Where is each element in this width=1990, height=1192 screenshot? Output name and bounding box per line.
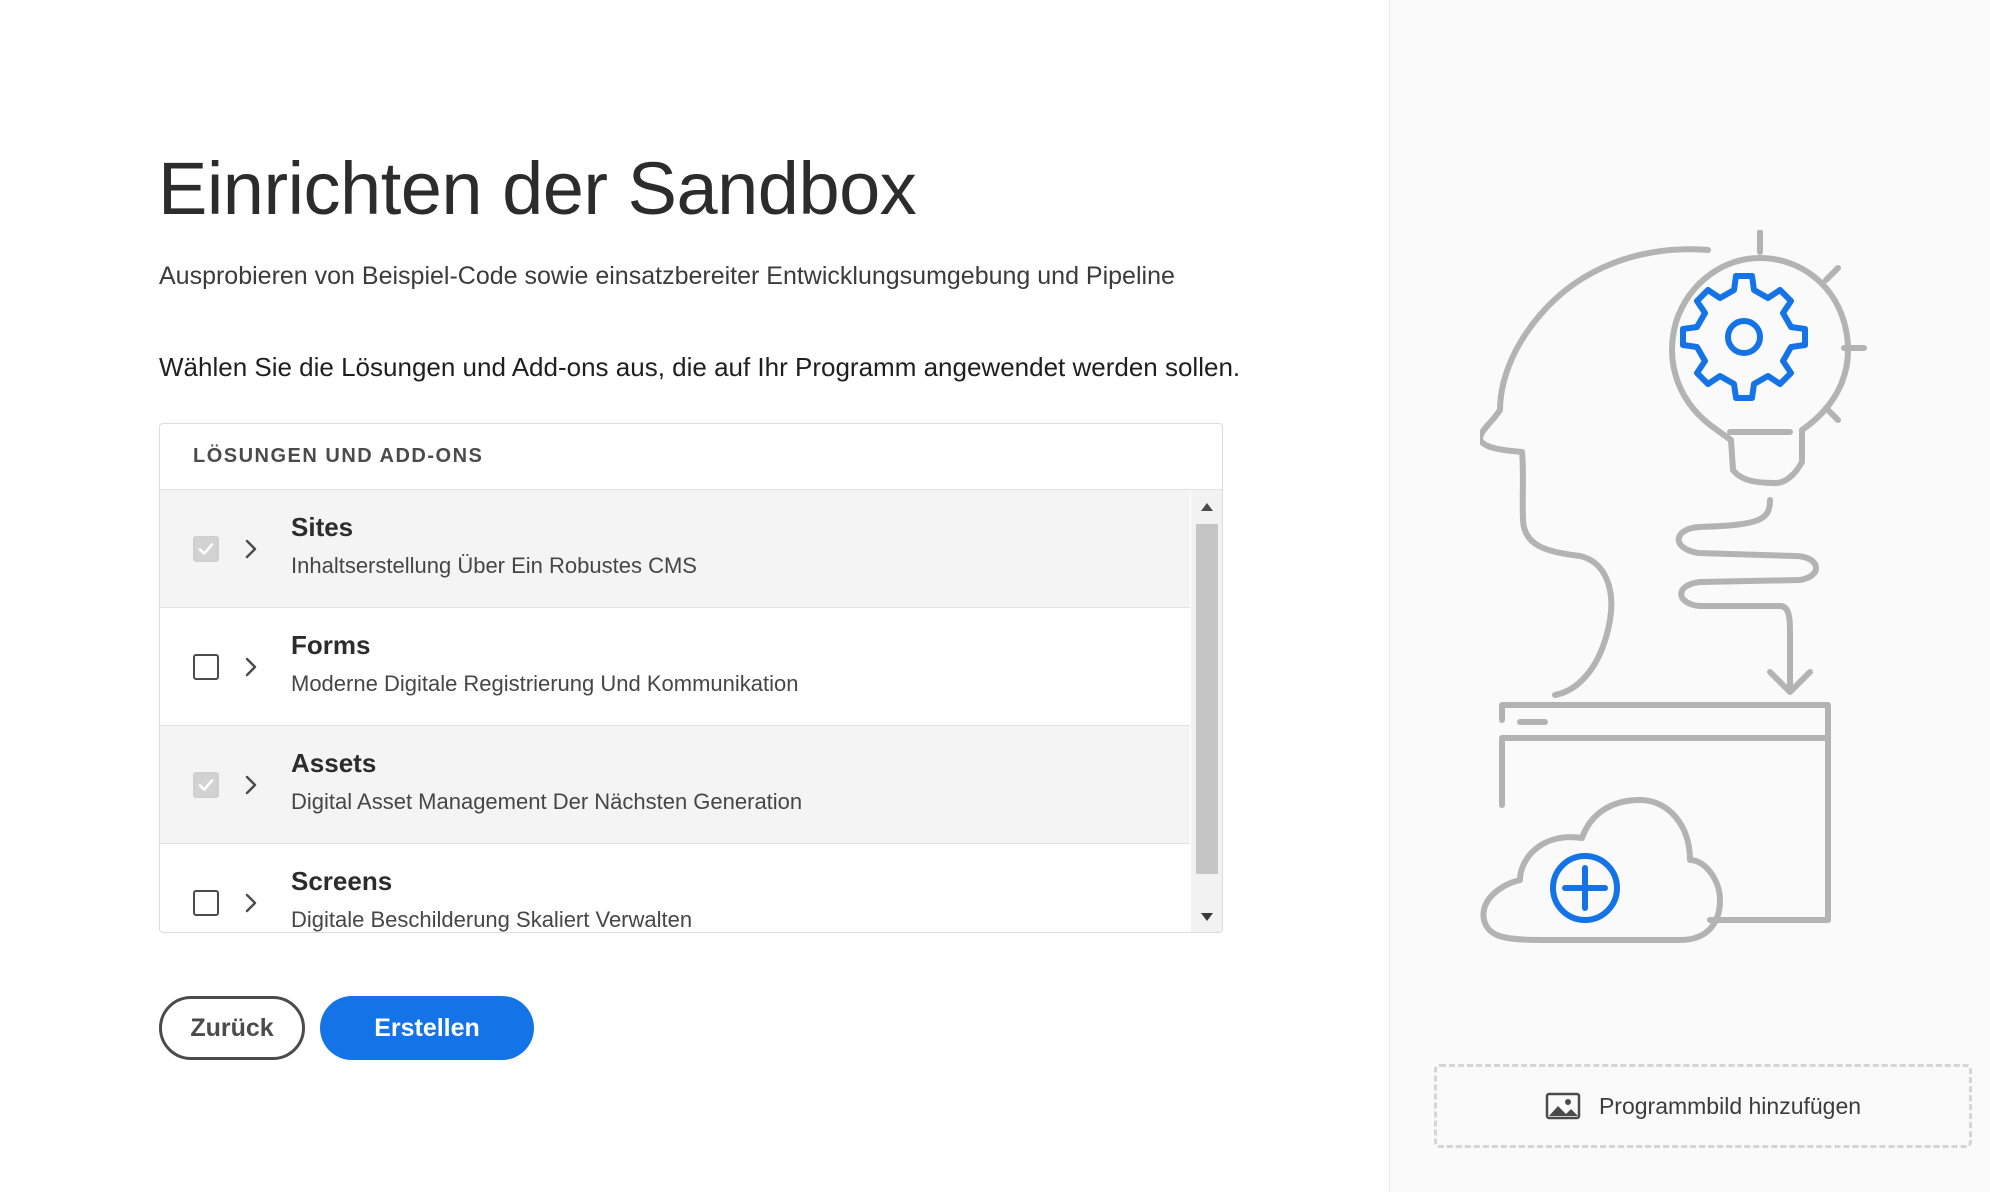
- list-item-screens[interactable]: Screens Digitale Beschilderung Skaliert …: [160, 844, 1190, 932]
- head-lightbulb-gear-cloud-illustration: [1480, 230, 1867, 943]
- solutions-panel-header: LÖSUNGEN UND ADD-ONS: [160, 424, 1222, 490]
- item-description: Digitale Beschilderung Skaliert Verwalte…: [291, 907, 693, 932]
- sites-checkbox[interactable]: [193, 535, 219, 562]
- add-program-image-label: Programmbild hinzufügen: [1598, 1092, 1862, 1119]
- item-description: Moderne Digitale Registrierung Und Kommu…: [291, 671, 799, 696]
- back-button[interactable]: Zurück: [159, 996, 305, 1060]
- scroll-down-arrow-icon[interactable]: [1201, 913, 1213, 921]
- list-item-assets[interactable]: Assets Digital Asset Management Der Näch…: [160, 726, 1190, 844]
- chevron-right-icon[interactable]: [240, 538, 262, 560]
- solutions-list: Sites Inhaltserstellung Über Ein Robuste…: [160, 490, 1190, 932]
- list-item-forms[interactable]: Forms Moderne Digitale Registrierung Und…: [160, 608, 1190, 726]
- item-title: Assets: [291, 748, 377, 778]
- selection-instruction: Wählen Sie die Lösungen und Add-ons aus,…: [159, 352, 1241, 382]
- scrollbar-thumb[interactable]: [1196, 524, 1218, 874]
- item-description: Inhaltserstellung Über Ein Robustes CMS: [291, 553, 697, 578]
- checkmark-icon: [198, 542, 214, 555]
- forms-checkbox[interactable]: [193, 653, 219, 680]
- page-title: Einrichten der Sandbox: [158, 147, 917, 230]
- chevron-right-icon[interactable]: [240, 656, 262, 678]
- page-subtitle: Ausprobieren von Beispiel-Code sowie ein…: [159, 262, 1175, 290]
- item-title: Sites: [291, 512, 354, 542]
- item-title: Screens: [291, 866, 393, 896]
- item-description: Digital Asset Management Der Nächsten Ge…: [291, 789, 803, 814]
- scroll-up-arrow-icon[interactable]: [1201, 503, 1213, 511]
- add-program-image-button[interactable]: Programmbild hinzufügen: [1434, 1064, 1972, 1148]
- screens-checkbox[interactable]: [193, 889, 219, 916]
- create-button[interactable]: Erstellen: [320, 996, 534, 1060]
- image-icon: [1545, 1092, 1581, 1120]
- chevron-right-icon[interactable]: [240, 774, 262, 796]
- solutions-panel: LÖSUNGEN UND ADD-ONS Sites Inhaltserstel…: [159, 423, 1223, 933]
- list-scrollbar[interactable]: [1191, 490, 1222, 932]
- assets-checkbox[interactable]: [193, 771, 219, 798]
- checkmark-icon: [198, 778, 214, 791]
- chevron-right-icon[interactable]: [240, 892, 262, 914]
- item-title: Forms: [291, 630, 371, 660]
- list-item-sites[interactable]: Sites Inhaltserstellung Über Ein Robuste…: [160, 490, 1190, 608]
